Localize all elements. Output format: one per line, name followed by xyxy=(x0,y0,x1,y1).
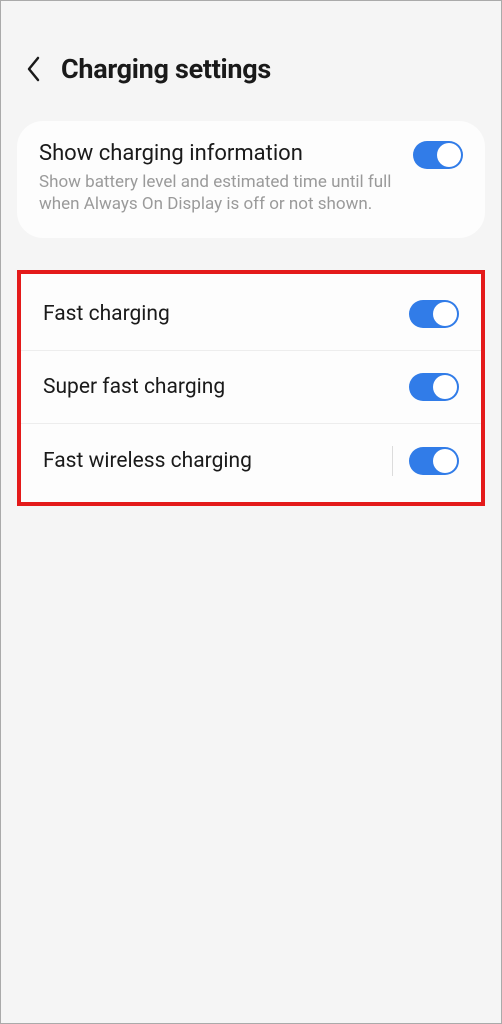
chevron-left-icon xyxy=(25,55,43,83)
fast-charging-group: Fast charging Super fast charging Fast w… xyxy=(17,270,485,506)
super-fast-charging-label: Super fast charging xyxy=(43,375,225,399)
toggle-knob-icon xyxy=(437,143,461,167)
back-button[interactable] xyxy=(25,60,43,78)
show-charging-info-card[interactable]: Show charging information Show battery l… xyxy=(17,121,485,238)
toggle-knob-icon xyxy=(433,375,457,399)
fast-charging-row[interactable]: Fast charging xyxy=(21,278,481,351)
fast-wireless-charging-row[interactable]: Fast wireless charging xyxy=(21,424,481,498)
header: Charging settings xyxy=(11,11,491,121)
super-fast-charging-row[interactable]: Super fast charging xyxy=(21,351,481,424)
toggle-knob-icon xyxy=(433,449,457,473)
show-charging-info-subtitle: Show battery level and estimated time un… xyxy=(39,172,397,216)
divider-icon xyxy=(392,446,393,476)
fast-wireless-charging-label: Fast wireless charging xyxy=(43,449,252,473)
show-charging-info-toggle[interactable] xyxy=(413,141,463,169)
show-charging-info-title: Show charging information xyxy=(39,141,397,166)
fast-charging-label: Fast charging xyxy=(43,302,170,326)
super-fast-charging-toggle[interactable] xyxy=(409,373,459,401)
toggle-knob-icon xyxy=(433,302,457,326)
fast-charging-toggle[interactable] xyxy=(409,300,459,328)
page-title: Charging settings xyxy=(61,53,271,85)
fast-wireless-charging-toggle[interactable] xyxy=(409,447,459,475)
settings-screen: Charging settings Show charging informat… xyxy=(1,1,501,1023)
